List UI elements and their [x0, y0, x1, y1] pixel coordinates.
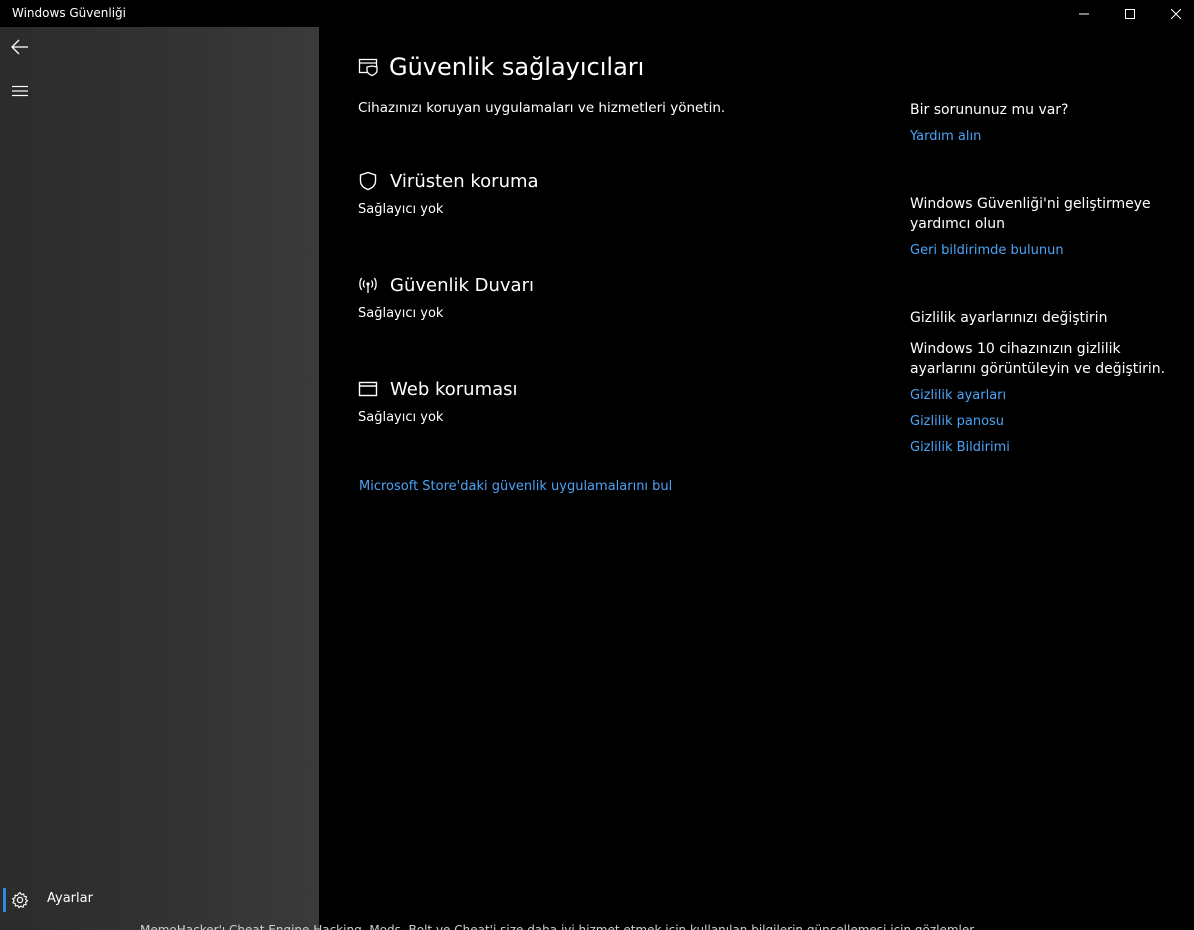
section-title: Virüsten koruma — [390, 170, 539, 192]
gear-icon — [11, 891, 29, 909]
title-bar: Windows Güvenliği — [0, 0, 1194, 27]
minimize-button[interactable] — [1061, 0, 1107, 27]
store-security-apps-link[interactable]: Microsoft Store'daki güvenlik uygulamala… — [359, 479, 672, 494]
section-antivirus: Virüsten koruma Sağlayıcı yok — [358, 168, 858, 218]
windows-security-window: Windows Güvenliği Ayarlar Güvenlik sağla… — [0, 0, 1194, 930]
section-status: Sağlayıcı yok — [358, 410, 444, 425]
page-title: Güvenlik sağlayıcıları — [389, 53, 645, 81]
privacy-description: Windows 10 cihazınızın gizlilik ayarları… — [910, 341, 1166, 377]
section-header: Virüsten koruma — [358, 168, 858, 194]
section-header: Güvenlik Duvarı — [358, 272, 858, 298]
back-arrow-icon — [11, 39, 28, 55]
close-icon — [1171, 8, 1181, 19]
main-content: Güvenlik sağlayıcıları Cihazınızı koruya… — [319, 27, 879, 930]
background-text-strip: MemoHacker'ı Cheat Engine Hacking, Mods,… — [140, 923, 975, 930]
get-help-link[interactable]: Yardım alın — [910, 128, 1180, 146]
give-feedback-link[interactable]: Geri bildirimde bulunun — [910, 242, 1180, 260]
selection-indicator — [3, 888, 6, 912]
minimize-icon — [1079, 13, 1089, 14]
privacy-heading: Gizlilik ayarlarınızı değiştirin — [910, 310, 1108, 326]
sidebar: Ayarlar — [0, 27, 319, 930]
privacy-dashboard-link[interactable]: Gizlilik panosu — [910, 413, 1180, 431]
maximize-button[interactable] — [1107, 0, 1153, 27]
shield-icon — [359, 171, 377, 191]
page-header: Güvenlik sağlayıcıları — [358, 53, 644, 81]
menu-button[interactable] — [0, 71, 40, 111]
firewall-icon — [359, 277, 377, 293]
section-status: Sağlayıcı yok — [358, 306, 444, 321]
sidebar-item-label: Ayarlar — [47, 891, 93, 906]
help-heading: Bir sorununuz mu var? — [910, 102, 1069, 118]
back-button[interactable] — [0, 27, 40, 67]
section-firewall: Güvenlik Duvarı Sağlayıcı yok — [358, 272, 858, 322]
section-header: Web koruması — [358, 376, 858, 402]
close-button[interactable] — [1153, 0, 1194, 27]
help-block: Bir sorununuz mu var? Yardım alın — [910, 100, 1180, 146]
sidebar-item-settings[interactable]: Ayarlar — [0, 880, 319, 920]
section-title: Web koruması — [390, 378, 518, 400]
browser-window-icon — [358, 381, 378, 397]
page-subtitle: Cihazınızı koruyan uygulamaları ve hizme… — [358, 100, 726, 116]
window-title: Windows Güvenliği — [12, 6, 126, 20]
feedback-heading: Windows Güvenliği'ni geliştirmeye yardım… — [910, 196, 1151, 232]
security-providers-icon — [358, 58, 378, 77]
privacy-settings-link[interactable]: Gizlilik ayarları — [910, 387, 1180, 405]
maximize-icon — [1125, 8, 1135, 19]
privacy-block: Gizlilik ayarlarınızı değiştirin Windows… — [910, 308, 1180, 457]
section-title: Güvenlik Duvarı — [390, 274, 534, 296]
section-status: Sağlayıcı yok — [358, 202, 444, 217]
section-web-protection: Web koruması Sağlayıcı yok — [358, 376, 858, 426]
feedback-block: Windows Güvenliği'ni geliştirmeye yardım… — [910, 194, 1180, 260]
hamburger-icon — [12, 85, 28, 97]
privacy-statement-link[interactable]: Gizlilik Bildirimi — [910, 439, 1180, 457]
